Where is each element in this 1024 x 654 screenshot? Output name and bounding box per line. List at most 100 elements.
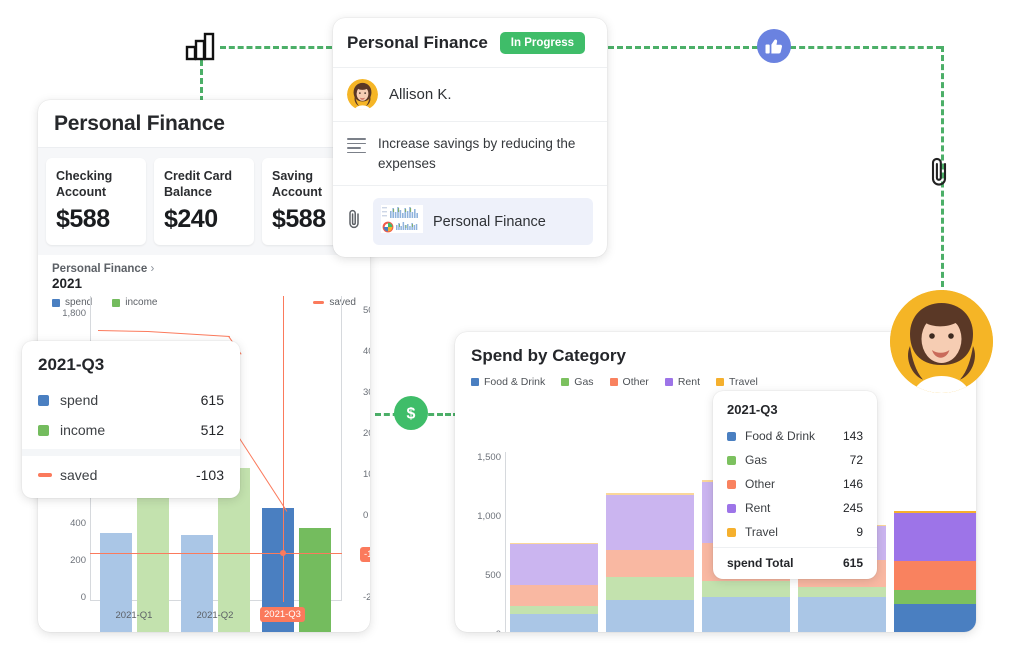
tooltip-value: 615 (200, 392, 224, 408)
kpi-value: $240 (164, 205, 218, 233)
y-axis-tick: 0 (455, 629, 501, 632)
task-assignee-row[interactable]: Allison K. (333, 68, 607, 122)
y2-axis-tick: -200 (363, 592, 370, 603)
stack-seg-gas-2020-q3[interactable] (510, 606, 598, 614)
stack-seg-gas-2021-q3[interactable] (894, 590, 976, 604)
stack-seg-travel-2020-q4[interactable] (606, 493, 694, 495)
highlight-vertical-line-lower (283, 554, 284, 602)
legend-label: saved (329, 297, 356, 308)
dollar-circle-icon[interactable]: $ (394, 396, 428, 430)
stack-seg-gas-2021-q1[interactable] (702, 581, 790, 597)
legend-item-travel[interactable]: Travel (716, 376, 758, 388)
tooltip-total-value: 615 (842, 556, 863, 570)
legend-item-spend[interactable]: spend (52, 297, 92, 308)
paperclip-icon[interactable] (929, 155, 951, 194)
chart-legend: spend income saved (38, 291, 370, 308)
tooltip-value: 512 (200, 422, 224, 438)
stack-seg-food-drink-2021-q2[interactable] (798, 597, 886, 632)
tooltip-total-row: spend Total 615 (713, 547, 877, 576)
dashboard-header: Personal Finance (38, 100, 370, 148)
stack-seg-rent-2020-q4[interactable] (606, 495, 694, 550)
stack-seg-food-drink-2021-q3[interactable] (894, 604, 976, 632)
page-title: Personal Finance (54, 111, 225, 135)
stack-seg-other-2021-q3[interactable] (894, 561, 976, 590)
tooltip-label: Rent (745, 501, 771, 515)
saved-data-point[interactable] (280, 550, 286, 556)
legend-item-income[interactable]: income (112, 297, 158, 308)
bar-data-label-income: 512 (305, 504, 325, 516)
x-axis-tick: 2021-Q2 (196, 610, 234, 621)
thumbs-up-icon[interactable] (757, 29, 791, 63)
tooltip-row-income: income 512 (22, 415, 240, 445)
y2-axis-tick: 300 (363, 387, 370, 398)
legend-label: spend (65, 297, 93, 308)
y2-axis-tick: 500 (363, 305, 370, 316)
legend-swatch (609, 378, 618, 386)
status-badge[interactable]: In Progress (499, 32, 586, 54)
tooltip-label: Gas (745, 453, 768, 467)
y-axis-tick: 1,800 (62, 308, 86, 319)
legend-swatch (716, 378, 724, 386)
kpi-credit-card-balance[interactable]: Credit Card Balance $240 (154, 158, 254, 245)
legend-swatch (52, 298, 60, 307)
stack-seg-travel-2020-q3[interactable] (510, 542, 598, 544)
bar-data-label-spend: 615 (268, 484, 288, 496)
tooltip-row-travel: Travel 9 (713, 520, 877, 544)
task-header: Personal Finance In Progress (333, 18, 607, 68)
chart-year-label: 2021 (52, 276, 83, 291)
tooltip-row-spend: spend 615 (22, 385, 240, 415)
stack-seg-rent-2021-q3[interactable] (894, 513, 976, 561)
tooltip-title: 2021-Q3 (727, 402, 778, 417)
stack-seg-food-drink-2020-q4[interactable] (606, 600, 694, 632)
tooltip-label: Travel (745, 525, 778, 539)
legend-label: Travel (729, 376, 758, 388)
attachment-chip[interactable]: Personal Finance (373, 198, 593, 246)
stack-seg-gas-2020-q4[interactable] (606, 577, 694, 600)
tooltip-swatch (38, 424, 49, 436)
y2-axis-line (341, 296, 342, 601)
legend-swatch (664, 378, 673, 386)
legend-swatch (471, 378, 479, 386)
stack-seg-gas-2021-q2[interactable] (798, 587, 886, 597)
legend-label: Rent (677, 376, 700, 388)
breadcrumb[interactable]: Personal Finance › (52, 263, 356, 275)
task-title: Personal Finance (347, 33, 488, 52)
legend-label: income (125, 297, 158, 308)
stack-seg-other-2020-q4[interactable] (606, 550, 694, 577)
tooltip-label: income (60, 422, 106, 438)
stack-seg-travel-2021-q3[interactable] (894, 511, 976, 513)
kpi-checking-account[interactable]: Checking Account $588 (46, 158, 146, 245)
text-lines-icon (347, 134, 366, 154)
tooltip-row-other: Other 146 (713, 472, 877, 496)
tooltip-swatch (727, 503, 736, 513)
tooltip-value: 143 (842, 429, 863, 443)
legend-label: Food & Drink (484, 376, 546, 388)
stack-seg-food-drink-2021-q1[interactable] (702, 597, 790, 632)
tooltip-label: Other (745, 477, 776, 491)
task-description-row: Increase savings by reducing the expense… (333, 122, 607, 187)
stack-seg-food-drink-2020-q3[interactable] (510, 614, 598, 632)
kpi-row: Checking Account $588 Credit Card Balanc… (38, 148, 370, 255)
legend-label: Gas (574, 376, 594, 388)
y-axis-tick: 0 (80, 592, 86, 603)
legend-item-gas[interactable]: Gas (561, 376, 594, 388)
tooltip-label: spend (60, 392, 99, 408)
user-avatar[interactable] (890, 290, 993, 393)
legend-item-food-drink[interactable]: Food & Drink (471, 376, 545, 388)
legend-item-rent[interactable]: Rent (664, 376, 700, 388)
stack-seg-other-2020-q3[interactable] (510, 585, 598, 606)
y2-axis-tick: 400 (363, 346, 370, 357)
paperclip-icon[interactable] (347, 208, 362, 235)
bar-chart-icon[interactable] (185, 30, 217, 67)
attachment-label: Personal Finance (433, 213, 546, 230)
legend-item-other[interactable]: Other (609, 376, 649, 388)
legend-item-saved[interactable]: saved (313, 297, 356, 308)
task-attachment-row: Personal Finance (333, 186, 607, 257)
tooltip-title: 2021-Q3 (38, 355, 105, 374)
tooltip-row-saved: saved -103 (22, 460, 240, 490)
breadcrumb-label: Personal Finance (52, 263, 148, 275)
connector-line-top-far-right (790, 46, 942, 49)
avatar (347, 79, 378, 110)
stack-seg-rent-2020-q3[interactable] (510, 544, 598, 585)
tooltip-value: 72 (849, 453, 863, 467)
